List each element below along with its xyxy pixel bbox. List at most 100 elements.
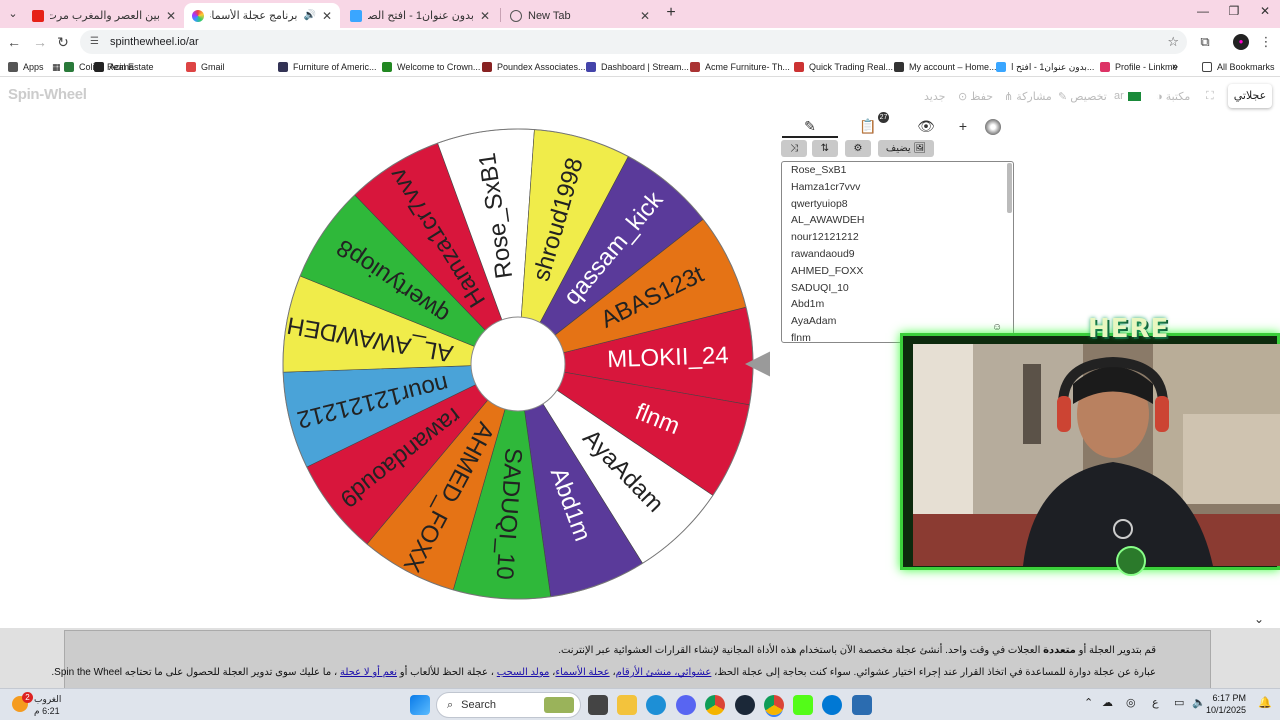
edge-icon[interactable] xyxy=(646,695,666,715)
nav-save[interactable]: ⊙ حفظ xyxy=(958,90,993,103)
minimize-button[interactable]: — xyxy=(1188,4,1218,18)
kick-icon[interactable] xyxy=(793,695,813,715)
discord-icon[interactable] xyxy=(676,695,696,715)
bookmark-label: Welcome to Crown... xyxy=(397,62,481,72)
language-switch[interactable]: ar xyxy=(1114,90,1124,102)
tab-new[interactable]: New Tab ✕ xyxy=(502,3,658,28)
profile-avatar[interactable]: ● xyxy=(1233,34,1249,50)
tab-search-icon[interactable]: ⌄ xyxy=(4,5,22,23)
steam-icon[interactable] xyxy=(735,695,755,715)
emoji-icon[interactable]: ☺ xyxy=(992,322,1002,333)
tab-spinthewheel[interactable]: برنامج عجلة الأسماء - أداة مد 🔊 ✕ xyxy=(184,3,340,28)
forward-icon[interactable]: → xyxy=(32,34,48,50)
bookmark-item[interactable]: Acme Furniture- Th... xyxy=(690,59,790,75)
close-tab-icon[interactable]: ✕ xyxy=(322,9,332,23)
app-icon[interactable] xyxy=(822,695,842,715)
entry-line: Hamza1cr7vvv xyxy=(791,180,861,193)
chevron-down-icon[interactable]: ⌄ xyxy=(1254,612,1264,626)
text: قم بتدوير العجلة أو xyxy=(1078,645,1156,656)
link-yes-no-wheel[interactable]: نعم أو لا عجلة xyxy=(340,667,397,678)
close-window-button[interactable]: ✕ xyxy=(1250,4,1280,18)
bookmark-item[interactable]: Dashboard | Stream... xyxy=(586,59,689,75)
my-wheels-button[interactable]: عجلاتي xyxy=(1228,84,1272,108)
nav-new[interactable]: جديد xyxy=(924,90,945,103)
chrome-active-icon[interactable] xyxy=(764,695,784,715)
address-bar[interactable]: ☰ ☆ xyxy=(80,30,1187,54)
restore-button[interactable]: ❐ xyxy=(1219,4,1249,18)
sort-button[interactable]: ⇅ xyxy=(812,140,838,157)
bookmark-item[interactable]: Gmail xyxy=(186,59,225,75)
input-language[interactable]: ع xyxy=(1152,696,1159,709)
mute-icon[interactable]: 🔊 xyxy=(303,10,315,21)
close-tab-icon[interactable]: ✕ xyxy=(640,9,650,23)
bookmark-item[interactable]: Poundex Associates... xyxy=(482,59,586,75)
settings-button[interactable]: ⚙ xyxy=(845,140,871,157)
site-info-icon[interactable]: ☰ xyxy=(90,36,102,48)
obs-icon[interactable] xyxy=(852,695,872,715)
nav-label: حفظ xyxy=(970,91,994,103)
clock[interactable]: 6:17 PM 10/1/2025 xyxy=(1206,692,1246,716)
link-random-number[interactable]: عشوائي، منشئ الأرقام xyxy=(616,667,712,678)
onedrive-icon[interactable]: ☁ xyxy=(1102,696,1113,709)
bookmark-item[interactable]: Profile - Linkme xyxy=(1100,59,1178,75)
wheel-center-button[interactable] xyxy=(470,316,566,412)
app-tray-icon[interactable]: ◎ xyxy=(1126,696,1136,709)
bookmark-item[interactable]: My account – Home... xyxy=(894,59,997,75)
chrome-icon[interactable] xyxy=(705,695,725,715)
close-tab-icon[interactable]: ✕ xyxy=(166,9,176,23)
bookmark-favicon-icon xyxy=(586,62,596,72)
clipboard-icon: 📋 xyxy=(859,118,877,134)
close-tab-icon[interactable]: ✕ xyxy=(480,9,490,23)
bookmark-item[interactable]: Apps xyxy=(8,59,44,75)
network-icon[interactable]: ▭ xyxy=(1174,696,1184,709)
add-wheel-button[interactable]: + xyxy=(948,114,978,138)
results-count-badge: 27 xyxy=(878,112,889,123)
link-name-wheel[interactable]: عجلة الأسماء xyxy=(555,667,609,678)
browser-menu-icon[interactable]: ⋮ xyxy=(1258,34,1274,50)
entry-line: AyaAdam xyxy=(791,315,837,328)
weather-widget[interactable]: 2 الغروب 6:21 م xyxy=(10,692,90,718)
back-icon[interactable]: ← xyxy=(6,34,22,50)
nav-gallery[interactable]: ◑ مكتبة xyxy=(1156,90,1190,103)
bookmark-item[interactable]: Acima xyxy=(94,59,134,75)
bookmark-star-icon[interactable]: ☆ xyxy=(1167,34,1179,50)
tab-youtube[interactable]: بين العصر والمغرب مرت لمه خيال ✕ xyxy=(24,3,184,28)
link-draw-generator[interactable]: مولد السحب xyxy=(497,667,550,678)
bookmark-item[interactable]: Furniture of Americ... xyxy=(278,59,377,75)
url-input[interactable] xyxy=(110,36,1010,48)
windows-start-icon[interactable] xyxy=(410,695,430,715)
shuffle-button[interactable]: ⤨ xyxy=(781,140,807,157)
reload-icon[interactable]: ↻ xyxy=(55,34,71,50)
tab-entries[interactable]: ✎ xyxy=(782,114,838,138)
spin-wheel[interactable]: MLOKII_24flnmAyaAdamAbd1mSADUQI_10AHMED_… xyxy=(260,118,770,608)
extensions-icon[interactable]: ⧉ xyxy=(1197,34,1213,50)
nav-customize[interactable]: ✎ تخصيص xyxy=(1058,90,1107,103)
task-view-icon[interactable] xyxy=(588,695,608,715)
new-tab-button[interactable]: + xyxy=(662,4,680,22)
wheel-avatar-icon[interactable] xyxy=(978,114,1008,138)
bookmark-item[interactable]: Welcome to Crown... xyxy=(382,59,480,75)
bookmark-label: Acme Furniture- Th... xyxy=(705,62,790,72)
entry-line: Rose_SxB1 xyxy=(791,164,847,176)
apps-grid-icon[interactable]: ▦ xyxy=(52,59,61,75)
brand-text: Spin the Wheel. xyxy=(51,667,122,678)
bookmark-item[interactable]: Quick Trading Real... xyxy=(794,59,893,75)
notifications-icon[interactable]: 🔔 xyxy=(1258,696,1272,709)
site-logo[interactable]: Spin-Wheel xyxy=(8,86,87,103)
tray-overflow-icon[interactable]: ⌃ xyxy=(1084,696,1093,709)
add-image-button[interactable]: يضيف 🖼 xyxy=(878,140,934,157)
file-explorer-icon[interactable] xyxy=(617,695,637,715)
weather-time: 6:21 م xyxy=(34,706,60,716)
all-bookmarks[interactable]: All Bookmarks xyxy=(1202,59,1275,75)
entries-textarea[interactable]: Rose_SxB1 Hamza1cr7vvv qwertyuiop8 AL_AWAWD… xyxy=(781,161,1014,344)
tab-hidden[interactable]: 👁 xyxy=(898,114,954,138)
saudi-flag-icon[interactable] xyxy=(1128,92,1141,101)
fullscreen-icon[interactable]: ⛶ xyxy=(1206,90,1214,103)
bookmark-item[interactable]: بدون عنوان1 - افتح ا... xyxy=(996,59,1094,75)
bookmark-label: Furniture of Americ... xyxy=(293,62,377,72)
volume-icon[interactable]: 🔈 xyxy=(1192,696,1206,709)
scrollbar[interactable] xyxy=(1007,163,1012,213)
tab-untitled[interactable]: بدون عنوان1 - افتح الصندوق ✕ xyxy=(342,3,498,28)
taskbar-search[interactable]: ⌕ Search xyxy=(436,692,581,718)
nav-share[interactable]: ⋔ مشاركة xyxy=(1004,90,1052,103)
